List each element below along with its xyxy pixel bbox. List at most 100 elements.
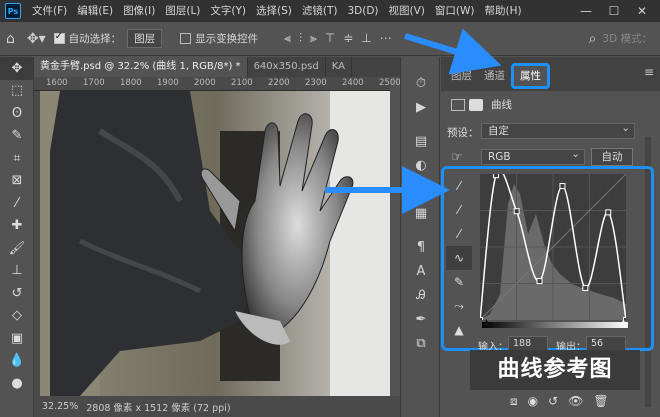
crop-tool-icon[interactable]: ⌗ [0,147,34,170]
curve-control-point[interactable] [582,284,589,291]
auto-select-dropdown[interactable]: 图层 [127,29,163,48]
properties-panel-icon[interactable]: ▤ [401,129,441,153]
reset-icon[interactable]: ↺ [548,394,558,409]
target-adjust-icon[interactable]: ☞ [451,150,463,165]
panel-tabs: 图层 通道 属性 [441,57,660,91]
align-top-icon[interactable]: ⊤ [325,31,335,46]
show-transform-checkbox[interactable] [180,33,192,44]
menu-item[interactable]: 视图(V) [384,0,430,22]
delete-icon[interactable]: 🗑 [593,394,608,409]
quick-select-tool-icon[interactable]: ✎ [0,125,34,148]
align-buttons: ⫷ ⫶ ⫸ ⊤ ≑ ⊥ ⋯ [284,31,392,46]
home-icon[interactable]: ⌂ [0,31,21,47]
brushes-panel-icon[interactable]: ✒ [401,307,441,331]
align-left-icon[interactable]: ⫷ [284,31,291,46]
menu-item[interactable]: 3D(D) [342,0,383,22]
auto-button[interactable]: 自动 [591,148,633,166]
smooth-curve-icon[interactable]: ⤳ [446,294,472,318]
tools-panel: ✥ ⬚ ʘ ✎ ⌗ ⊠ ⁄ ✚ 🖌 ⊥ ↺ ◇ ▣ 💧 ● [0,57,34,417]
minimize-button[interactable]: — [572,0,600,22]
paragraph-panel-icon[interactable]: ¶ [401,235,441,259]
lasso-tool-icon[interactable]: ʘ [0,102,34,125]
menu-item[interactable]: 编辑(E) [72,0,118,22]
gray-point-eyedropper-icon[interactable]: ⁄ [446,198,472,222]
panel-menu-icon[interactable]: ≡ [644,65,654,79]
curve-control-point[interactable] [605,209,612,216]
clip-to-layer-icon[interactable]: ⧈ [510,394,518,409]
visibility-icon[interactable]: 👁 [568,394,583,409]
character-panel-icon[interactable]: A [401,259,441,283]
color-panel-icon[interactable]: ◐ [401,153,441,177]
clone-stamp-icon[interactable]: ⊥ [0,260,34,283]
tab-layers[interactable]: 图层 [445,65,478,87]
history-brush-icon[interactable]: ↺ [0,282,34,305]
menu-item[interactable]: 窗口(W) [430,0,480,22]
align-middle-icon[interactable]: ≑ [343,31,353,46]
input-field[interactable]: 188 [508,336,548,351]
swatches-icon[interactable]: ▦ [401,201,441,225]
menu-item[interactable]: 滤镜(T) [297,0,343,22]
eraser-tool-icon[interactable]: ◇ [0,305,34,328]
output-field[interactable]: 56 [586,336,626,351]
channel-dropdown[interactable]: RGB [481,147,585,165]
document-tabs: 黄金手臂.psd @ 32.2% (曲线 1, RGB/8*) * 640x35… [34,57,400,77]
white-point-eyedropper-icon[interactable]: ⁄ [446,222,472,246]
layers-icon[interactable]: ⧉ [401,331,441,355]
doc-tab[interactable]: KA [326,57,352,77]
align-bottom-icon[interactable]: ⊥ [361,31,371,46]
move-tool-icon[interactable]: ✥▾ [21,31,52,47]
search-icon[interactable]: ⌕ [583,31,603,47]
curve-control-point[interactable] [559,183,566,190]
history-panel-icon[interactable]: ⏱ [401,71,441,95]
distribute-icon[interactable]: ⋯ [380,31,392,46]
curve-point-tool-icon[interactable]: ∿ [446,246,472,270]
align-right-icon[interactable]: ⫸ [310,31,317,46]
curve-control-point[interactable] [536,278,543,285]
document-canvas[interactable] [40,91,390,396]
zoom-level[interactable]: 32.25% [42,401,78,412]
healing-brush-icon[interactable]: ✚ [0,215,34,238]
brush-tool-icon[interactable]: 🖌 [0,237,34,260]
doc-tab-active[interactable]: 黄金手臂.psd @ 32.2% (曲线 1, RGB/8*) * [34,57,248,77]
menu-item[interactable]: 文字(Y) [205,0,251,22]
status-bar: 32.25% 2808 像素 x 1512 像素 (72 ppi) [34,396,400,417]
ruler-tick: 2200 [268,78,290,88]
dodge-tool-icon[interactable]: ● [0,372,34,395]
actions-panel-icon[interactable]: ▶ [401,95,441,119]
menu-item[interactable]: 图层(L) [160,0,205,22]
curves-header: 曲线 [451,97,512,112]
white-slider-icon[interactable]: ▲ [620,318,627,328]
tab-properties[interactable]: 属性 [511,63,550,89]
maximize-button[interactable]: ☐ [600,0,628,22]
tab-channels[interactable]: 通道 [478,65,511,87]
doc-tab[interactable]: 640x350.psd [248,57,326,77]
black-slider-icon[interactable]: ▲ [483,318,490,328]
gradient-tool-icon[interactable]: ▣ [0,327,34,350]
adjustments-icon[interactable]: ⊞ [401,177,441,201]
mask-icon[interactable] [469,98,483,111]
eyedropper-tool-icon[interactable]: ⁄ [0,192,34,215]
frame-tool-icon[interactable]: ⊠ [0,170,34,193]
marquee-tool-icon[interactable]: ⬚ [0,80,34,103]
menu-item[interactable]: 文件(F) [27,0,72,22]
menu-item[interactable]: 选择(S) [251,0,297,22]
auto-select-checkbox[interactable] [53,31,65,44]
menu-items: 文件(F) 编辑(E) 图像(I) 图层(L) 文字(Y) 选择(S) 滤镜(T) 3D(D)… [27,0,527,22]
glyphs-panel-icon[interactable]: Ꭿ [401,283,441,307]
move-tool-icon[interactable]: ✥ [0,57,34,80]
black-point-eyedropper-icon[interactable]: ⁄ [446,174,472,198]
preset-dropdown[interactable]: 自定 [481,121,635,139]
curves-graph[interactable] [480,174,626,320]
caption-watermark: 曲线参考图 [470,350,640,390]
pencil-curve-icon[interactable]: ✎ [446,270,472,294]
clipping-warning-icon[interactable]: ▲ [446,318,472,342]
curve-control-point[interactable] [513,208,520,215]
close-button[interactable]: ✕ [628,0,656,22]
align-center-icon[interactable]: ⫶ [299,31,302,46]
view-previous-icon[interactable]: ◉ [528,394,538,409]
ruler-tick: 2300 [305,78,327,88]
blur-tool-icon[interactable]: 💧 [0,350,34,373]
curve-control-point[interactable] [493,174,500,179]
menu-item[interactable]: 图像(I) [118,0,160,22]
menu-item[interactable]: 帮助(H) [480,0,527,22]
